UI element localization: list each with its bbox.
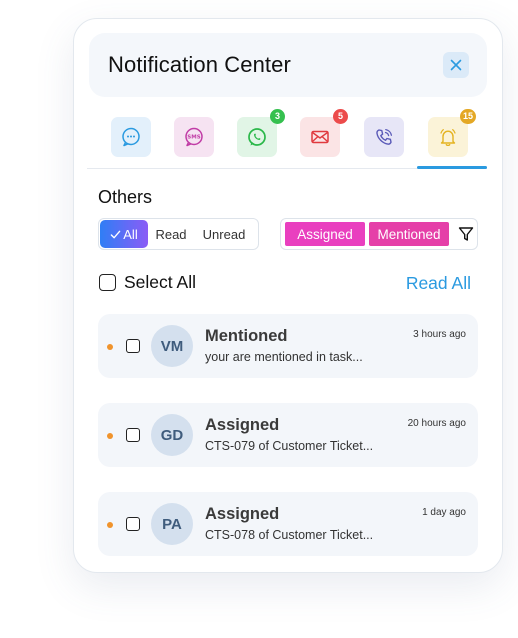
- page-title: Notification Center: [108, 52, 291, 77]
- notification-text: CTS-079 of Customer Ticket...: [205, 439, 374, 453]
- unread-dot: [107, 433, 113, 439]
- check-icon: [110, 230, 121, 238]
- chat-bubble-icon: [122, 127, 140, 147]
- avatar: GD: [151, 414, 193, 456]
- tag-assigned-button[interactable]: Assigned: [285, 222, 365, 246]
- bell-icon: [440, 129, 456, 147]
- tab-call[interactable]: [364, 117, 404, 157]
- filter-funnel-icon[interactable]: [457, 225, 475, 243]
- notification-text: your are mentioned in task...: [205, 350, 363, 364]
- close-button[interactable]: [443, 52, 469, 78]
- tab-email[interactable]: 5: [300, 109, 348, 157]
- email-icon: [311, 130, 329, 144]
- channel-tabs: SMS 3 5 15: [87, 109, 487, 169]
- notification-title: Mentioned: [205, 327, 288, 345]
- notification-item[interactable]: PA Assigned CTS-078 of Customer Ticket..…: [98, 492, 478, 556]
- svg-text:SMS: SMS: [187, 135, 200, 141]
- filter-unread-button[interactable]: Unread: [194, 220, 254, 248]
- notification-panel: Notification Center SMS 3 5 15 Others Al…: [73, 18, 503, 573]
- close-icon: [450, 59, 462, 71]
- tag-mentioned-button[interactable]: Mentioned: [369, 222, 449, 246]
- email-count-badge: 5: [333, 109, 348, 124]
- select-all-checkbox[interactable]: [99, 274, 116, 291]
- whatsapp-count-badge: 3: [270, 109, 285, 124]
- unread-dot: [107, 522, 113, 528]
- tab-alerts[interactable]: 15: [428, 109, 476, 157]
- notification-time: 3 hours ago: [413, 329, 466, 340]
- notification-time: 20 hours ago: [407, 418, 466, 429]
- notification-item[interactable]: VM Mentioned your are mentioned in task.…: [98, 314, 478, 378]
- notification-title: Assigned: [205, 505, 280, 523]
- notification-text: CTS-078 of Customer Ticket...: [205, 528, 374, 542]
- avatar: PA: [151, 503, 193, 545]
- active-tab-indicator: [417, 166, 487, 169]
- alerts-count-badge: 15: [459, 109, 476, 124]
- notification-title: Assigned: [205, 416, 280, 434]
- section-title: Others: [98, 187, 153, 207]
- read-filter-group: All Read Unread: [98, 218, 259, 250]
- tag-filter-group: Assigned Mentioned: [280, 218, 478, 250]
- notification-item[interactable]: GD Assigned CTS-079 of Customer Ticket..…: [98, 403, 478, 467]
- sms-icon: SMS: [185, 127, 203, 147]
- item-checkbox[interactable]: [126, 428, 140, 442]
- panel-header: Notification Center: [89, 33, 487, 97]
- read-all-button[interactable]: Read All: [406, 273, 471, 294]
- tab-sms[interactable]: SMS: [174, 117, 214, 157]
- tab-whatsapp[interactable]: 3: [237, 109, 285, 157]
- filter-all-label: All: [123, 226, 138, 242]
- filter-all-button[interactable]: All: [100, 220, 148, 248]
- avatar: VM: [151, 325, 193, 367]
- whatsapp-icon: [248, 128, 266, 146]
- select-all-control[interactable]: Select All: [99, 272, 196, 293]
- filter-read-button[interactable]: Read: [148, 220, 194, 248]
- phone-call-icon: [376, 128, 393, 145]
- tab-chat[interactable]: [111, 117, 151, 157]
- unread-dot: [107, 344, 113, 350]
- select-all-label: Select All: [124, 272, 196, 292]
- notification-time: 1 day ago: [422, 507, 466, 518]
- item-checkbox[interactable]: [126, 517, 140, 531]
- item-checkbox[interactable]: [126, 339, 140, 353]
